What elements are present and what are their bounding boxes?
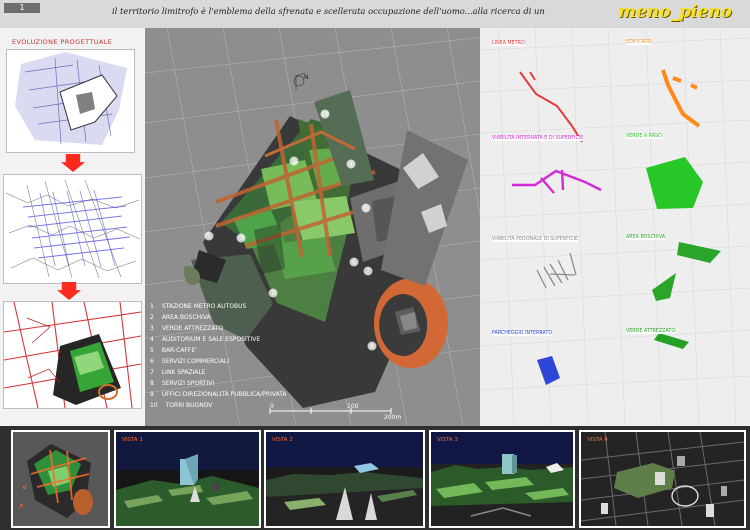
map-label-pedestrian: VIABILITÀ PEDONALE DI SUPERFICIE	[492, 237, 579, 242]
legend-label: BAR-CAFFE'	[161, 347, 197, 354]
map-label-parking: PARCHEGGIO INTERRATO	[492, 331, 553, 336]
legend-label: VERDE ATTREZZATO	[161, 325, 224, 332]
render-label: VISTA 4	[587, 437, 608, 443]
legend-label: SERVIZI SPORTIVI	[161, 380, 215, 387]
legend-number: 9	[150, 391, 154, 398]
render-label: VISTA 3	[437, 437, 458, 443]
evolution-map-1-svg	[7, 50, 134, 152]
legend-label: AREA BOSCHIVA	[161, 314, 211, 321]
svg-text:↙: ↙	[22, 482, 29, 491]
legend-row: 7 LINK SPAZIALE	[150, 367, 287, 378]
legend-number: 5	[150, 347, 154, 354]
render-view-4-svg	[581, 432, 744, 526]
map-label-woodland: AREA BOSCHIVA	[626, 235, 666, 240]
render-view-4: VISTA 4	[579, 430, 746, 528]
svg-text:9: 9	[239, 235, 243, 242]
render-label: VISTA 1	[122, 437, 143, 443]
legend-row: 5 BAR-CAFFE'	[150, 345, 287, 356]
legend-label: SERVIZI COMMERCIALI	[161, 358, 230, 365]
legend-row: 3 VERDE ATTREZZATO	[150, 323, 287, 334]
render-view-1-svg	[116, 432, 259, 526]
svg-text:3: 3	[292, 158, 296, 165]
map-label-equipped-green: VERDE ATTREZZATO	[626, 329, 676, 334]
legend-label: LINK SPAZIALE	[161, 369, 206, 376]
svg-text:6: 6	[352, 259, 356, 266]
render-view-2-svg	[266, 432, 423, 526]
render-view-2: VISTA 2	[264, 430, 425, 528]
legend-number: 3	[150, 325, 154, 332]
page-number-badge: 1	[4, 3, 40, 13]
legend-row: 9 UFFICI DIREZIONALITÀ PUBBLICA/PRIVATA	[150, 389, 287, 400]
evolution-map-2-svg	[4, 175, 141, 283]
legend-row: 8 SERVIZI SPORTIVI	[150, 378, 287, 389]
legend-number: 7	[150, 369, 154, 376]
thematic-maps-panel: LINEA METRO EDIFICATO VIABILITÀ INTERNAT…	[479, 27, 750, 427]
evolution-title: EVOLUZIONE PROGETTUALE	[12, 38, 113, 46]
render-label: VISTA 2	[272, 437, 293, 443]
legend-row: 2 AREA BOSCHIVA	[150, 312, 287, 323]
svg-text:↗: ↗	[17, 502, 24, 511]
svg-text:100: 100	[347, 403, 359, 410]
evolution-map-3-svg	[4, 302, 141, 408]
render-strip: ↙ ↗ VISTA 1 VISTA 2 VISTA 3 VISTA 4	[0, 426, 750, 530]
svg-text:4: 4	[349, 161, 353, 168]
svg-text:7: 7	[366, 268, 370, 275]
legend-number: 6	[150, 358, 154, 365]
map-label-greenery: VERDE A RASO	[626, 134, 662, 139]
masterplan-legend: 1 STAZIONE METRO AUTOBUS 2 AREA BOSCHIVA 3…	[150, 301, 287, 411]
view-key-plan-svg: ↙ ↗	[13, 432, 108, 526]
legend-number: 8	[150, 380, 154, 387]
map-label-roads: VIABILITÀ INTERNATA E DI SUPERFICIE	[492, 136, 584, 141]
legend-number: 1	[150, 303, 154, 310]
legend-row: 4 AUDITORIUM E SALE ESPOSITIVE	[150, 334, 287, 345]
evolution-map-1	[6, 49, 135, 153]
legend-number: 2	[150, 314, 154, 321]
legend-row: 1 STAZIONE METRO AUTOBUS	[150, 301, 287, 312]
view-key-plan: ↙ ↗	[11, 430, 110, 528]
svg-text:1: 1	[207, 233, 211, 240]
render-view-3: VISTA 3	[429, 430, 575, 528]
legend-label: AUDITORIUM E SALE ESPOSITIVE	[161, 336, 261, 343]
evolution-map-3	[3, 301, 142, 409]
project-logo: meno_pieno	[618, 2, 732, 22]
map-label-metro: LINEA METRO	[492, 41, 525, 46]
svg-text:200m: 200m	[384, 414, 401, 421]
evolution-map-2	[3, 174, 142, 284]
legend-row: 10 TORRI BUGNOV	[150, 400, 287, 411]
map-label-built: EDIFICATO	[626, 40, 652, 45]
legend-number: 4	[150, 336, 154, 343]
svg-text:2: 2	[271, 290, 275, 297]
svg-text:8: 8	[370, 343, 374, 350]
render-view-1: VISTA 1	[114, 430, 261, 528]
svg-text:10: 10	[321, 111, 329, 118]
legend-label: UFFICI DIREZIONALITÀ PUBBLICA/PRIVATA	[161, 391, 287, 398]
svg-text:5: 5	[364, 205, 368, 212]
legend-label: TORRI BUGNOV	[165, 402, 213, 409]
legend-row: 6 SERVIZI COMMERCIALI	[150, 356, 287, 367]
render-view-3-svg	[431, 432, 573, 526]
thematic-maps-svg	[479, 27, 750, 427]
legend-label: STAZIONE METRO AUTOBUS	[161, 303, 247, 310]
svg-text:N: N	[304, 74, 309, 81]
page-headline: il territorio limitrofo è l'emblema dell…	[112, 6, 545, 16]
legend-number: 10	[150, 402, 158, 409]
